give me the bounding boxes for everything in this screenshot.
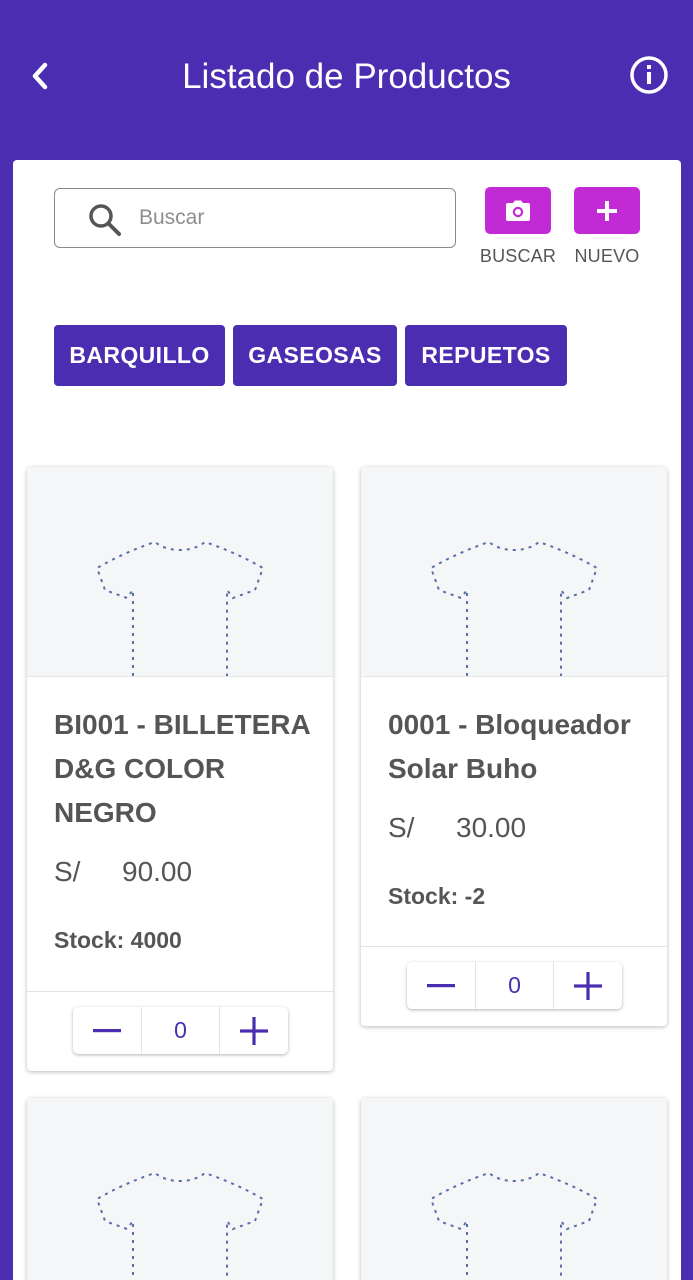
product-price: S/30.00 — [388, 812, 526, 844]
scan-label: BUSCAR — [479, 246, 557, 266]
plus-icon — [574, 971, 602, 1000]
minus-icon — [93, 1028, 121, 1032]
product-image — [361, 1098, 667, 1280]
price-value: 90.00 — [122, 856, 193, 887]
increment-button[interactable] — [220, 1007, 288, 1054]
product-card[interactable] — [27, 1098, 333, 1280]
page-title: Listado de Productos — [182, 57, 511, 96]
quantity-stepper: 0 — [73, 1007, 288, 1054]
tshirt-placeholder-icon — [95, 1171, 265, 1280]
product-title: 0001 - Bloqueador Solar Buho — [388, 709, 631, 784]
tshirt-placeholder-icon — [429, 540, 599, 676]
minus-icon — [427, 983, 455, 987]
info-button[interactable] — [628, 54, 670, 96]
quantity-value[interactable]: 0 — [141, 1007, 220, 1054]
product-image — [27, 467, 333, 677]
product-title: BI001 - BILLETERA D&G COLOR NEGRO — [54, 709, 310, 828]
new-action: NUEVO — [567, 187, 647, 267]
category-chip-gaseosas[interactable]: GASEOSAS — [233, 325, 397, 386]
increment-button[interactable] — [554, 962, 622, 1009]
search-input[interactable] — [139, 199, 439, 237]
content-panel: BUSCAR NUEVO BARQUILLO GASEOSAS REPUETOS… — [13, 160, 681, 1280]
price-currency: S/ — [54, 856, 81, 887]
scan-action: BUSCAR — [478, 187, 558, 267]
new-label: NUEVO — [574, 246, 640, 266]
tshirt-placeholder-icon — [95, 540, 265, 676]
category-chip-repuetos[interactable]: REPUETOS — [405, 325, 567, 386]
search-icon — [89, 204, 121, 236]
card-divider — [27, 991, 333, 992]
camera-icon — [506, 200, 530, 221]
info-icon — [630, 56, 668, 94]
category-chip-barquillo[interactable]: BARQUILLO — [54, 325, 225, 386]
decrement-button[interactable] — [407, 962, 475, 1009]
product-card[interactable]: BI001 - BILLETERA D&G COLOR NEGRO S/90.0… — [27, 467, 333, 1071]
product-stock: Stock: 4000 — [54, 927, 182, 953]
quantity-stepper: 0 — [407, 962, 622, 1009]
app-header: Listado de Productos — [0, 0, 693, 160]
product-card[interactable]: 0001 - Bloqueador Solar Buho S/30.00 Sto… — [361, 467, 667, 1026]
tshirt-placeholder-icon — [429, 1171, 599, 1280]
product-image — [27, 1098, 333, 1280]
card-divider — [361, 946, 667, 947]
scan-button[interactable] — [485, 187, 551, 234]
plus-icon — [597, 200, 617, 221]
new-button[interactable] — [574, 187, 640, 234]
search-box[interactable] — [54, 188, 456, 248]
decrement-button[interactable] — [73, 1007, 141, 1054]
quantity-value[interactable]: 0 — [475, 962, 554, 1009]
product-price: S/90.00 — [54, 856, 192, 888]
price-currency: S/ — [388, 812, 415, 843]
product-image — [361, 467, 667, 677]
product-card[interactable] — [361, 1098, 667, 1280]
price-value: 30.00 — [456, 812, 527, 843]
plus-icon — [240, 1016, 268, 1045]
product-stock: Stock: -2 — [388, 883, 486, 909]
